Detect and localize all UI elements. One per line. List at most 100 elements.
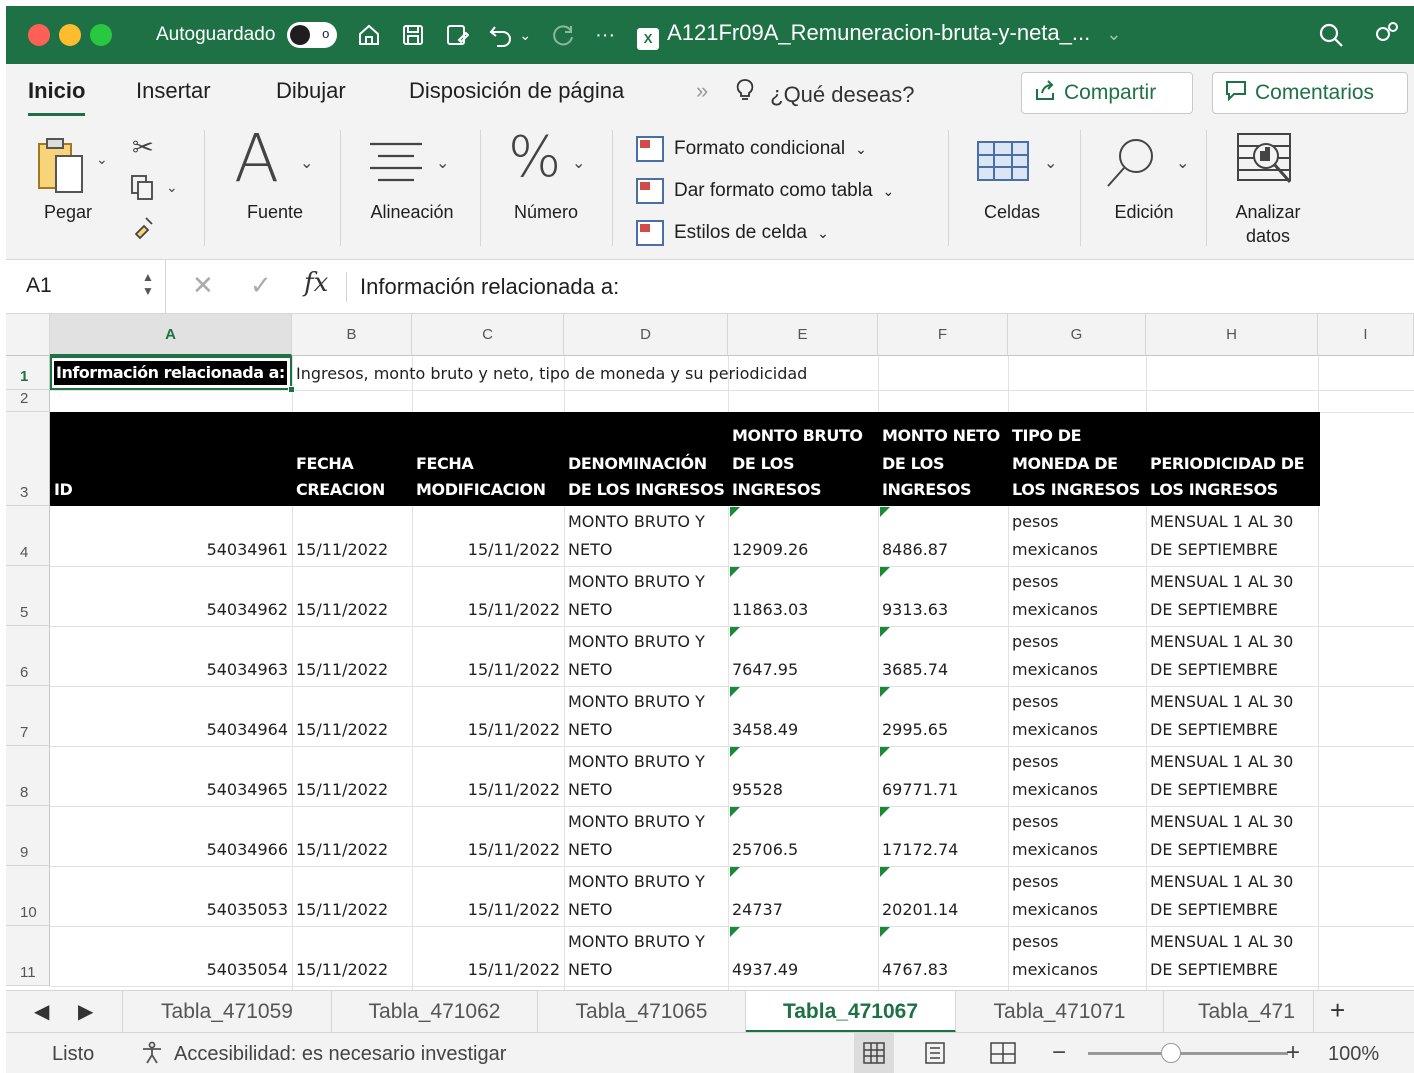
cell-created-date[interactable]: 15/11/2022 [296, 596, 388, 624]
search-icon[interactable] [1318, 22, 1344, 55]
save-as-icon[interactable] [445, 23, 470, 47]
cell-id[interactable]: 54034961 [54, 536, 288, 564]
tab-dibujar[interactable]: Dibujar [276, 78, 346, 104]
cell-period-line-1[interactable]: MENSUAL 1 AL 30 [1150, 868, 1293, 896]
zoom-window-button[interactable] [90, 24, 112, 46]
tab-disposicion-de-pagina[interactable]: Disposición de página [409, 78, 624, 104]
column-header-e[interactable]: E [728, 314, 878, 356]
accessibility-icon[interactable] [140, 1041, 164, 1071]
format-painter-icon[interactable] [130, 214, 156, 244]
cell-created-date[interactable]: 15/11/2022 [296, 656, 388, 684]
cell-id[interactable]: 54034962 [54, 596, 288, 624]
column-header-b[interactable]: B [292, 314, 412, 356]
cell-currency-line-1[interactable]: pesos [1012, 508, 1058, 536]
cell-created-date[interactable]: 15/11/2022 [296, 716, 388, 744]
header-modified-2[interactable]: MODIFICACION [416, 476, 546, 504]
paste-group[interactable]: ⌄ Pegar [30, 122, 110, 260]
save-icon[interactable] [401, 23, 425, 47]
next-sheet-icon[interactable]: ▶ [78, 999, 93, 1024]
row-header-11[interactable]: 11 [6, 926, 50, 986]
cell-net-amount[interactable]: 2995.65 [882, 716, 948, 744]
cell-gross-amount[interactable]: 24737 [732, 896, 783, 924]
cell-currency-line-2[interactable]: mexicanos [1012, 536, 1098, 564]
zoom-out-button[interactable]: − [1052, 1039, 1066, 1067]
cell-period-line-1[interactable]: MENSUAL 1 AL 30 [1150, 928, 1293, 956]
tell-me-search[interactable]: ¿Qué deseas? [736, 78, 914, 108]
cell-id[interactable]: 54034964 [54, 716, 288, 744]
zoom-slider-handle[interactable] [1161, 1043, 1181, 1063]
undo-icon[interactable] [489, 23, 515, 47]
row-header-6[interactable]: 6 [6, 626, 50, 686]
edit-group[interactable]: ⌄ Edición [1092, 122, 1196, 260]
copy-icon[interactable] [130, 174, 154, 204]
cell-currency-line-2[interactable]: mexicanos [1012, 776, 1098, 804]
sheet-tab-471071[interactable]: Tabla_471071 [956, 991, 1164, 1033]
cell-gross-amount[interactable]: 11863.03 [732, 596, 808, 624]
row-header-10[interactable]: 10 [6, 866, 50, 926]
sheet-tab-471065[interactable]: Tabla_471065 [538, 991, 746, 1033]
cell-net-amount[interactable]: 4767.83 [882, 956, 948, 984]
cell-net-amount[interactable]: 3685.74 [882, 656, 948, 684]
error-indicator-icon[interactable] [730, 507, 740, 517]
cell-currency-line-2[interactable]: mexicanos [1012, 596, 1098, 624]
cell-period-line-1[interactable]: MENSUAL 1 AL 30 [1150, 748, 1293, 776]
add-sheet-button[interactable]: + [1330, 995, 1345, 1026]
error-indicator-icon[interactable] [880, 567, 890, 577]
cell-gross-amount[interactable]: 3458.49 [732, 716, 798, 744]
zoom-slider[interactable] [1088, 1052, 1288, 1055]
cell-denomination-line-2[interactable]: NETO [568, 536, 612, 564]
row-header-8[interactable]: 8 [6, 746, 50, 806]
sheet-tab-471059[interactable]: Tabla_471059 [122, 991, 332, 1033]
format-as-table-button[interactable]: Dar formato como tabla ⌄ [636, 178, 894, 204]
cell-period-line-2[interactable]: DE SEPTIEMBRE [1150, 596, 1278, 624]
cell-denomination-line-1[interactable]: MONTO BRUTO Y [568, 628, 705, 656]
spreadsheet-grid[interactable]: A B C D E F G H I 1 2 3 4 5 6 7 8 9 10 1… [6, 314, 1414, 990]
error-indicator-icon[interactable] [880, 807, 890, 817]
column-header-h[interactable]: H [1146, 314, 1318, 356]
cell-denomination-line-1[interactable]: MONTO BRUTO Y [568, 688, 705, 716]
cell-denomination-line-1[interactable]: MONTO BRUTO Y [568, 808, 705, 836]
cell-modified-date[interactable]: 15/11/2022 [416, 776, 560, 804]
chevron-down-icon[interactable]: ⌄ [96, 152, 108, 166]
cell-currency-line-2[interactable]: mexicanos [1012, 716, 1098, 744]
normal-view-button[interactable] [854, 1033, 894, 1073]
cell-currency-line-2[interactable]: mexicanos [1012, 956, 1098, 984]
cell-id[interactable]: 54034966 [54, 836, 288, 864]
row-header-1[interactable]: 1 [6, 356, 50, 390]
cell-b1[interactable]: Ingresos, monto bruto y neto, tipo de mo… [296, 360, 807, 388]
cell-created-date[interactable]: 15/11/2022 [296, 836, 388, 864]
autosave-toggle[interactable]: o [287, 22, 338, 48]
cell-currency-line-2[interactable]: mexicanos [1012, 836, 1098, 864]
cell-denomination-line-1[interactable]: MONTO BRUTO Y [568, 748, 705, 776]
column-header-d[interactable]: D [564, 314, 728, 356]
cell-denomination-line-2[interactable]: NETO [568, 896, 612, 924]
cell-modified-date[interactable]: 15/11/2022 [416, 836, 560, 864]
analyze-data-button[interactable]: Analizar datos [1218, 122, 1318, 260]
comments-button[interactable]: Comentarios [1212, 72, 1408, 114]
zoom-level[interactable]: 100% [1328, 1043, 1379, 1066]
cell-created-date[interactable]: 15/11/2022 [296, 776, 388, 804]
cell-styles-button[interactable]: Estilos de celda ⌄ [636, 220, 829, 246]
sheet-tab-471067[interactable]: Tabla_471067 [746, 991, 956, 1033]
cell-period-line-1[interactable]: MENSUAL 1 AL 30 [1150, 808, 1293, 836]
tab-inicio[interactable]: Inicio [28, 78, 86, 116]
cell-id[interactable]: 54035054 [54, 956, 288, 984]
column-header-g[interactable]: G [1008, 314, 1146, 356]
tab-insertar[interactable]: Insertar [136, 78, 211, 104]
header-id[interactable]: ID [54, 476, 73, 504]
header-currency-3[interactable]: LOS INGRESOS [1012, 476, 1140, 504]
home-icon[interactable] [357, 23, 381, 47]
cell-net-amount[interactable]: 9313.63 [882, 596, 948, 624]
error-indicator-icon[interactable] [880, 627, 890, 637]
cell-currency-line-2[interactable]: mexicanos [1012, 656, 1098, 684]
row-header-7[interactable]: 7 [6, 686, 50, 746]
page-layout-view-button[interactable] [924, 1042, 946, 1070]
more-icon[interactable]: ··· [595, 25, 615, 45]
cell-currency-line-1[interactable]: pesos [1012, 628, 1058, 656]
column-header-i[interactable]: I [1318, 314, 1414, 356]
cell-modified-date[interactable]: 15/11/2022 [416, 956, 560, 984]
cell-period-line-1[interactable]: MENSUAL 1 AL 30 [1150, 628, 1293, 656]
cell-period-line-2[interactable]: DE SEPTIEMBRE [1150, 656, 1278, 684]
error-indicator-icon[interactable] [880, 927, 890, 937]
redo-icon[interactable] [551, 23, 575, 47]
